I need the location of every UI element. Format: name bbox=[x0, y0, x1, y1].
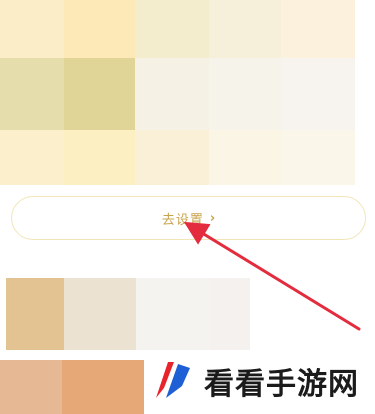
swatch[interactable] bbox=[210, 278, 250, 350]
palette-grid-bottom bbox=[0, 0, 375, 414]
swatch[interactable] bbox=[0, 360, 62, 414]
site-watermark: 看看手游网 bbox=[148, 356, 359, 406]
swatch[interactable] bbox=[64, 278, 136, 350]
watermark-text: 看看手游网 bbox=[204, 367, 359, 402]
watermark-logo-icon bbox=[156, 362, 190, 398]
swatch[interactable] bbox=[6, 278, 64, 350]
swatch[interactable] bbox=[136, 278, 210, 350]
swatch[interactable] bbox=[62, 360, 144, 414]
